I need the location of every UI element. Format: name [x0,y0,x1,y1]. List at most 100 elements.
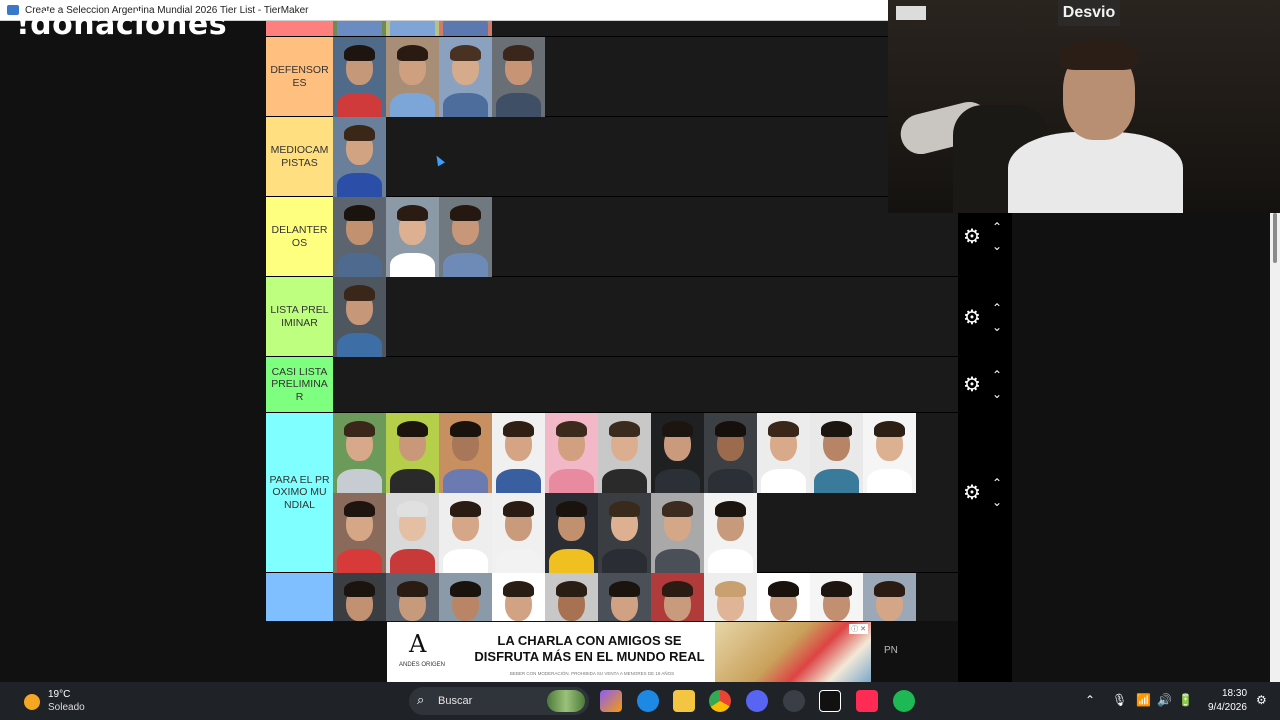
gear-icon[interactable]: ⚙ [962,375,982,395]
chevron-down-icon[interactable]: ⌄ [990,496,1004,510]
player-card[interactable] [333,493,386,573]
player-hair [397,421,428,437]
player-hair [344,581,375,597]
player-card[interactable] [545,573,598,621]
player-card[interactable] [386,573,439,621]
tier-label-next[interactable] [266,573,333,621]
player-card[interactable] [439,197,492,277]
player-card[interactable] [651,413,704,493]
gear-icon[interactable]: ⚙ [962,227,982,247]
player-card[interactable] [333,413,386,493]
player-card[interactable] [386,37,439,117]
volume-icon[interactable]: 🔊 [1157,693,1172,707]
weather-widget[interactable]: 19°C Soleado [22,688,132,716]
chevron-up-icon[interactable]: ⌃ [990,302,1004,316]
page-scrollbar[interactable] [1270,213,1280,682]
player-card[interactable] [386,493,439,573]
scrollbar-thumb[interactable] [1273,213,1277,263]
player-card[interactable] [386,413,439,493]
notification-icon[interactable]: ⚙ [1256,693,1267,707]
tier-label-casi[interactable]: CASI LISTAPRELIMINAR [266,357,333,412]
advertisement-banner[interactable]: A ANDES ORIGEN LA CHARLA CON AMIGOS SE D… [387,622,871,682]
microphone-icon[interactable]: 🎙 [1112,693,1127,707]
tier-label-proximo[interactable]: PARA EL PROXIMO MUNDIAL [266,413,333,572]
player-hair [344,125,375,141]
player-card[interactable] [704,573,757,621]
ad-close-icon[interactable]: ⓘ ✕ [849,624,868,634]
player-card[interactable] [810,413,863,493]
tier-label-mediocampistas[interactable]: MEDIOCAMPISTAS [266,117,333,196]
file-explorer-icon[interactable] [673,690,695,712]
player-card[interactable] [598,573,651,621]
player-card[interactable] [492,413,545,493]
player-card[interactable] [492,37,545,117]
player-card[interactable] [439,413,492,493]
player-card[interactable] [333,21,386,36]
gear-icon[interactable]: ⚙ [962,483,982,503]
player-card[interactable] [333,573,386,621]
player-card[interactable] [333,277,386,357]
player-card[interactable] [333,37,386,117]
chevron-up-icon[interactable]: ⌃ [990,221,1004,235]
player-hair [874,421,905,437]
player-card[interactable] [492,493,545,573]
player-card[interactable] [333,197,386,277]
copilot-icon[interactable] [600,690,622,712]
player-card[interactable] [651,493,704,573]
player-card[interactable] [545,413,598,493]
chevron-up-icon[interactable]: ⌃ [990,369,1004,383]
side-label: PN [884,645,898,656]
player-card[interactable] [439,21,492,36]
player-hair [662,501,693,517]
player-card[interactable] [757,413,810,493]
player-card[interactable] [386,21,439,36]
player-card[interactable] [863,573,916,621]
player-card[interactable] [757,573,810,621]
player-hair [715,501,746,517]
player-card[interactable] [651,573,704,621]
discord-icon[interactable] [746,690,768,712]
player-card[interactable] [545,493,598,573]
edge-icon[interactable] [637,690,659,712]
player-card[interactable] [598,413,651,493]
player-card[interactable] [333,117,386,197]
player-card[interactable] [863,413,916,493]
chrome-icon[interactable] [709,690,731,712]
wifi-icon[interactable]: 📶 [1136,693,1151,707]
player-card[interactable] [704,493,757,573]
player-card[interactable] [386,197,439,277]
taskbar-search[interactable]: ⌕ Buscar [409,687,589,715]
chevron-up-icon[interactable]: ⌃ [990,477,1004,491]
chevron-down-icon[interactable]: ⌄ [990,321,1004,335]
windows-start-icon[interactable] [376,691,396,711]
player-card[interactable] [492,573,545,621]
player-card[interactable] [439,37,492,117]
battery-icon[interactable]: 🔋 [1178,693,1193,707]
player-shirt [337,93,382,117]
clock-time[interactable]: 18:30 [1222,688,1247,699]
player-card[interactable] [810,573,863,621]
player-card[interactable] [439,493,492,573]
tier-items-top [333,21,958,36]
player-shirt [496,469,541,493]
tiktok-icon[interactable] [856,690,878,712]
tier-label-top[interactable] [266,21,333,36]
obs-icon[interactable] [783,690,805,712]
gear-icon[interactable]: ⚙ [962,308,982,328]
tray-chevron-icon[interactable]: ⌃ [1085,693,1095,707]
player-hair [450,581,481,597]
chevron-down-icon[interactable]: ⌄ [990,240,1004,254]
player-card[interactable] [439,573,492,621]
player-hair [662,581,693,597]
capcut-icon[interactable] [819,690,841,712]
player-card[interactable] [598,493,651,573]
tier-label-defensores[interactable]: DEFENSORES [266,37,333,116]
chevron-down-icon[interactable]: ⌄ [990,388,1004,402]
tier-label-preliminar[interactable]: LISTA PRELIMINAR [266,277,333,356]
spotify-icon[interactable] [893,690,915,712]
tier-label-delanteros[interactable]: DELANTEROS [266,197,333,276]
player-shirt [549,549,594,573]
tier-control-group: ⚙ ⌃ ⌄ [958,475,1012,515]
clock-date[interactable]: 9/4/2026 [1208,702,1247,713]
player-card[interactable] [704,413,757,493]
